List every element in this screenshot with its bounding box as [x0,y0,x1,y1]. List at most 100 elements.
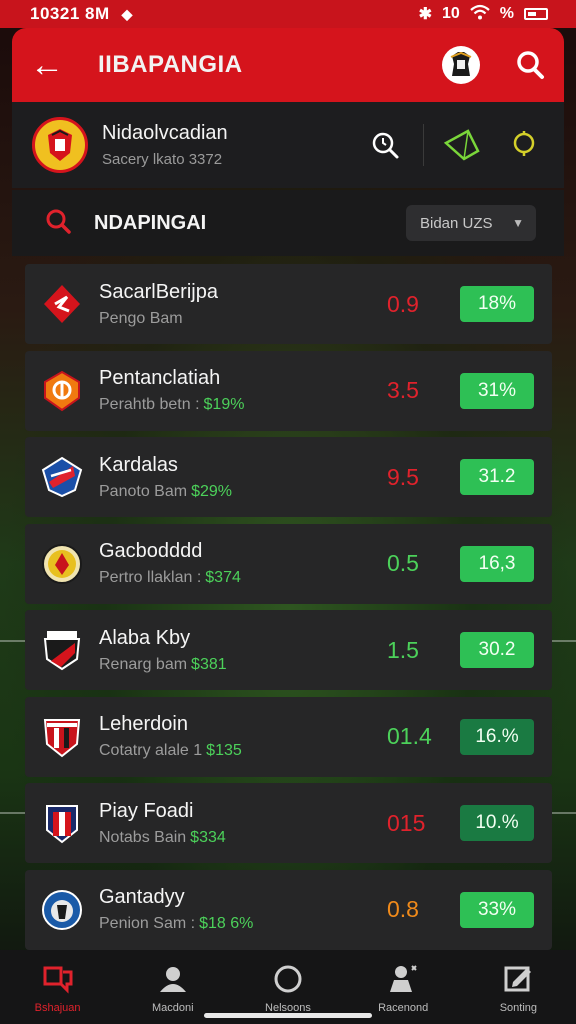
team-meta: Penion Sam : $18 6% [99,915,254,932]
list-item[interactable]: Piay Foadi Notabs Bain $334 015 10.% [25,783,552,863]
sort-dropdown[interactable]: Bidan UZS ▼ [406,205,536,241]
club-logo-button[interactable] [442,46,480,84]
percent-badge[interactable]: 33% [460,891,534,928]
nav-item-circle[interactable]: Nelsoons [243,962,333,1014]
odds-value: 0.9 [387,290,419,317]
team-meta: Cotatry alale 1 $135 [99,742,242,759]
team-list: SacarlBerijpa Pengo Bam 0.9 18% Pentancl… [25,264,552,956]
odds-value: 01.4 [387,723,432,749]
percent-badge[interactable]: 16.% [460,718,534,755]
list-item[interactable]: SacarlBerijpa Pengo Bam 0.9 18% [25,264,552,344]
location-pin-icon[interactable] [504,125,544,165]
coach-icon [386,962,420,996]
team-meta: Renarg bam $381 [99,655,227,673]
odds-value: 0.8 [387,896,419,922]
chat-icon [41,962,75,996]
list-item[interactable]: Leherdoin Cotatry alale 1 $135 01.4 16.% [25,696,552,777]
nav-label: Racenond [378,1002,429,1014]
nav-label: Sonting [499,1002,537,1014]
team-meta: Pertro llaklan : $374 [99,569,241,586]
team-amount: $19% [203,396,245,413]
bluetooth-icon: ✱ [418,6,432,23]
odds-value: 1.5 [387,636,419,663]
nav-item-chat[interactable]: Bshajuan [13,962,103,1014]
team-name: Pentanclatiah [99,367,221,389]
team-meta: Pengo Bam [99,309,183,327]
team-amount: $29% [191,482,232,500]
search-icon[interactable] [514,49,546,81]
list-item[interactable]: Gacbodddd Pertro llaklan : $374 0.5 16,3 [25,523,552,604]
status-icons: ✱ 10 % [419,4,548,25]
list-item[interactable]: Gantadyy Penion Sam : $18 6% 0.8 33% [25,869,552,950]
search-label: NDAPINGAI [94,211,207,234]
search-icon [44,207,72,240]
divider [423,124,424,166]
blue-red-shield-icon [41,802,83,844]
team-amount: $135 [206,742,242,759]
profile-name: Nidaolvcadian [102,122,228,144]
nav-item-edit[interactable]: Sonting [473,962,563,1014]
black-red-shield-icon [41,629,83,671]
percent-badge[interactable]: 18% [460,286,534,322]
status-time: 10321 8M [30,4,110,23]
odds-value: 3.5 [387,377,419,403]
striped-shield-icon [41,716,83,758]
list-item[interactable]: Pentanclatiah Perahtb betn : $19% 3.5 31% [25,350,552,431]
team-amount: $334 [190,828,226,846]
odds-value: 015 [387,809,426,836]
battery-percent: % [499,5,514,22]
odds-value: 0.5 [387,550,419,576]
team-name: Piay Foadi [99,799,194,822]
team-name: SacarlBerijpa [99,280,218,303]
circle-icon [271,962,305,996]
search-bar[interactable]: NDAPINGAI Bidan UZS ▼ [12,190,564,256]
app-header: ← IIBAPANGIA [12,28,564,102]
nav-label: Macdoni [151,1002,194,1014]
list-item[interactable]: Kardalas Panoto Bam $29% 9.5 31.2 [25,437,552,517]
nav-item-user[interactable]: Macdoni [128,962,218,1014]
percent-badge[interactable]: 31.2 [460,459,534,495]
nav-item-coach[interactable]: Racenond [358,962,448,1014]
team-name: Alaba Kby [99,626,191,649]
page-title: IIBAPANGIA [98,51,243,78]
profile-subtitle: Sacery lkato 3372 [102,151,223,168]
shield-icon: ◆ [121,5,133,22]
team-meta: Panoto Bam $29% [99,482,232,500]
team-meta: Notabs Bain $334 [99,828,226,846]
red-diamond-icon [41,283,83,325]
team-name: Leherdoin [99,713,188,735]
team-name: Gantadyy [99,886,185,908]
blue-badge-icon [41,889,83,931]
team-name: Gacbodddd [99,540,203,562]
sort-value: Bidan UZS [420,214,493,232]
percent-badge[interactable]: 10.% [460,805,534,841]
percent-badge[interactable]: 30.2 [460,632,534,668]
team-name: Kardalas [99,453,178,476]
percent-badge[interactable]: 16,3 [460,545,534,582]
user-icon [156,962,190,996]
list-item[interactable]: Alaba Kby Renarg bam $381 1.5 30.2 [25,610,552,690]
odds-value: 9.5 [387,463,419,490]
home-indicator[interactable] [204,1013,372,1018]
blue-shield-icon [41,456,83,498]
percent-badge[interactable]: 31% [460,372,534,409]
profile-bar: Nidaolvcadian Sacery lkato 3372 [12,102,564,188]
edit-icon [501,962,535,996]
pitch-icon[interactable] [442,125,482,165]
team-amount: $18 6% [199,915,254,932]
orange-shield-icon [41,370,83,412]
wifi-icon [470,4,490,25]
signal-text: 10 [441,5,460,22]
nav-label: Bshajuan [34,1002,81,1014]
team-meta: Perahtb betn : $19% [99,396,245,413]
yellow-crest-icon [41,543,83,585]
battery-icon [524,8,548,20]
team-amount: $374 [205,569,241,586]
team-crest-icon [32,117,88,173]
team-amount: $381 [191,655,227,673]
mascot-icon [450,51,472,76]
back-arrow-icon[interactable]: ← [30,48,70,82]
status-bar: 10321 8M ◆ ✱ 10 % [0,0,576,28]
history-search-icon[interactable] [365,125,405,165]
chevron-down-icon: ▼ [512,216,524,230]
